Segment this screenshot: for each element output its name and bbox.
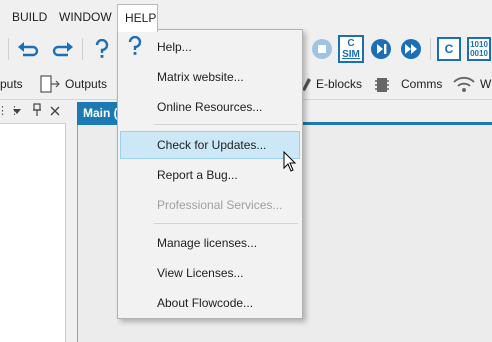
menu-item-label: View Licenses... <box>157 266 244 280</box>
simulate-c-button[interactable]: C SIM <box>337 34 365 64</box>
help-icon <box>126 35 144 59</box>
toolbar-separator <box>82 38 83 60</box>
undo-icon <box>18 42 39 57</box>
c-code-icon-label: C <box>444 42 454 56</box>
help-button[interactable] <box>89 36 115 62</box>
panel-header: ⋮⋮ <box>0 100 66 124</box>
menu-bar: BUILD WINDOW HELP <box>0 0 492 32</box>
menu-item-about-flowcode[interactable]: About Flowcode... <box>120 289 300 317</box>
fast-forward-icon <box>401 39 421 59</box>
help-menu-dropdown: Help... Matrix website... Online Resourc… <box>117 29 303 319</box>
c-code-button[interactable]: C <box>436 35 462 63</box>
left-dock-panel: ⋮⋮ <box>0 100 66 342</box>
menu-item-online-resources[interactable]: Online Resources... <box>120 93 300 121</box>
menu-separator <box>154 223 298 224</box>
comms-icon <box>374 76 390 97</box>
menu-help[interactable]: HELP <box>117 4 158 32</box>
menu-item-label: Help... <box>157 40 192 54</box>
redo-button[interactable] <box>50 36 76 62</box>
outputs-label[interactable]: Outputs <box>65 77 107 91</box>
wireless-label[interactable]: W <box>480 77 491 91</box>
close-icon[interactable] <box>50 105 60 119</box>
menu-item-view-licenses[interactable]: View Licenses... <box>120 259 300 287</box>
menu-item-check-for-updates[interactable]: Check for Updates... <box>120 131 300 159</box>
undo-button[interactable] <box>15 36 41 62</box>
menu-item-report-bug[interactable]: Report a Bug... <box>120 161 300 189</box>
redo-icon <box>52 42 73 57</box>
eblocks-label[interactable]: E-blocks <box>316 77 362 91</box>
help-icon <box>95 39 109 58</box>
toolbar-separator <box>8 38 9 60</box>
menu-build[interactable]: BUILD <box>12 4 47 30</box>
step-over-button[interactable] <box>398 36 424 62</box>
menu-item-help[interactable]: Help... <box>120 33 300 61</box>
step-into-icon <box>371 39 391 59</box>
menu-item-label: Professional Services... <box>157 198 283 212</box>
outputs-icon <box>39 74 61 97</box>
toolbar-separator <box>430 38 431 60</box>
chevron-down-icon[interactable] <box>12 105 22 119</box>
menu-item-label: Report a Bug... <box>157 168 238 182</box>
menu-item-label: Matrix website... <box>157 70 244 84</box>
stop-icon <box>312 39 332 59</box>
menu-item-label: Manage licenses... <box>157 236 258 250</box>
pin-icon[interactable] <box>32 103 42 120</box>
binary-icon-bottom: 0010 <box>470 49 488 58</box>
binary-icon-top: 1010 <box>470 40 488 49</box>
binary-icon: 1010 0010 <box>467 37 491 61</box>
sim-icon: C SIM <box>338 35 364 63</box>
comms-label[interactable]: Comms <box>401 77 442 91</box>
menu-item-label: Online Resources... <box>157 100 263 114</box>
menu-window[interactable]: WINDOW <box>59 4 112 30</box>
binary-button[interactable]: 1010 0010 <box>466 35 492 63</box>
step-into-button[interactable] <box>368 36 394 62</box>
menu-item-label: About Flowcode... <box>157 296 254 310</box>
wireless-icon <box>452 74 476 97</box>
stop-button[interactable] <box>309 36 335 62</box>
sim-icon-top: C <box>347 38 355 49</box>
menu-item-matrix-website[interactable]: Matrix website... <box>120 63 300 91</box>
sim-icon-bottom: SIM <box>342 49 360 60</box>
mouse-cursor-icon <box>283 150 297 176</box>
c-code-icon: C <box>437 37 461 61</box>
menu-item-manage-licenses[interactable]: Manage licenses... <box>120 229 300 257</box>
inputs-label[interactable]: puts <box>0 77 23 91</box>
menu-item-professional-services: Professional Services... <box>120 191 300 219</box>
menu-item-label: Check for Updates... <box>157 138 267 152</box>
menu-separator <box>154 124 298 125</box>
